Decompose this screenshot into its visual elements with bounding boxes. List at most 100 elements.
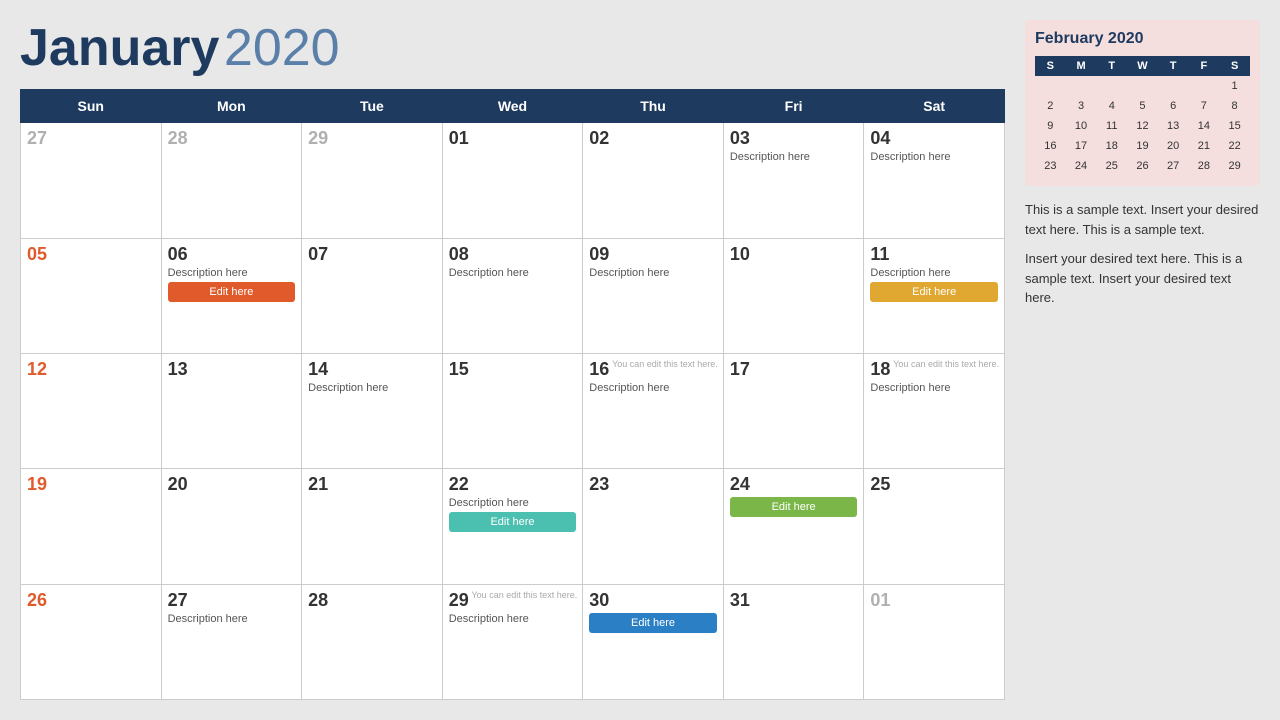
day-number: 02 [589,128,717,149]
edit-button[interactable]: Edit here [730,497,858,517]
year-label: 2020 [224,19,340,77]
mini-day: 26 [1127,156,1158,176]
weekday-sat: Sat [864,90,1005,123]
day-number: 29 [308,128,436,149]
day-description: Description here [589,267,717,279]
mini-day: 3 [1066,96,1097,116]
mini-day: 14 [1189,116,1220,136]
calendar-day-0-2: 29 [302,123,443,238]
sidebar-text-1: This is a sample text. Insert your desir… [1025,200,1260,239]
main-section: January 2020 SunMonTueWedThuFriSat 27 28 2… [20,20,1005,700]
calendar-week-2: 121314Description here15You can edit thi… [21,353,1005,468]
mini-calendar-box: February 2020 SMTWTFS 123456789101112131… [1025,20,1260,186]
mini-week-0: 1 [1035,76,1250,96]
calendar-day-3-6: 25 [864,469,1005,584]
day-number: 27 [168,590,296,611]
day-note: You can edit this text here. [472,590,578,602]
day-number: 19 [27,474,155,495]
edit-button[interactable]: Edit here [168,282,296,302]
calendar-day-0-0: 27 [21,123,162,238]
mini-weekday: W [1127,56,1158,76]
day-number: 01 [449,128,577,149]
mini-weekday: S [1035,56,1066,76]
day-number: 14 [308,359,436,380]
mini-weekday: S [1219,56,1250,76]
calendar-day-1-3: 08Description here [442,238,583,353]
calendar-day-2-6: You can edit this text here.18Descriptio… [864,353,1005,468]
day-number: 12 [27,359,155,380]
calendar-day-4-6: 01 [864,584,1005,699]
day-number: 25 [870,474,998,495]
day-description: Description here [168,267,296,279]
mini-day: 20 [1158,136,1189,156]
mini-day: 2 [1035,96,1066,116]
day-number: 28 [308,590,436,611]
mini-day: 17 [1066,136,1097,156]
calendar-day-2-3: 15 [442,353,583,468]
day-number: 01 [870,590,998,611]
day-number: 30 [589,590,717,611]
day-number: 08 [449,244,577,265]
weekday-sun: Sun [21,90,162,123]
mini-day: 6 [1158,96,1189,116]
edit-button[interactable]: Edit here [870,282,998,302]
calendar-day-1-2: 07 [302,238,443,353]
mini-day: 23 [1035,156,1066,176]
mini-day: 29 [1219,156,1250,176]
day-number: 31 [730,590,858,611]
day-number: 22 [449,474,577,495]
calendar-day-3-3: 22Description hereEdit here [442,469,583,584]
calendar-day-1-0: 05 [21,238,162,353]
day-description: Description here [589,382,717,394]
day-number: 27 [27,128,155,149]
sidebar: February 2020 SMTWTFS 123456789101112131… [1025,20,1260,700]
sidebar-text-2: Insert your desired text here. This is a… [1025,249,1260,308]
calendar-day-4-2: 28 [302,584,443,699]
calendar-day-4-5: 31 [723,584,864,699]
calendar-day-2-5: 17 [723,353,864,468]
calendar-day-0-4: 02 [583,123,724,238]
mini-day: 7 [1189,96,1220,116]
edit-button[interactable]: Edit here [589,613,717,633]
mini-week-3: 16171819202122 [1035,136,1250,156]
calendar-day-4-3: You can edit this text here.29Descriptio… [442,584,583,699]
day-number: 11 [870,244,998,265]
day-description: Description here [308,382,436,394]
mini-day: 28 [1189,156,1220,176]
main-title: January 2020 [20,20,1005,77]
day-number: 20 [168,474,296,495]
mini-day: 4 [1096,96,1127,116]
edit-button[interactable]: Edit here [449,512,577,532]
day-description: Description here [870,151,998,163]
sidebar-text-block: This is a sample text. Insert your desir… [1025,200,1260,318]
calendar-day-0-3: 01 [442,123,583,238]
calendar-day-4-4: 30Edit here [583,584,724,699]
calendar-day-3-5: 24Edit here [723,469,864,584]
calendar-day-4-0: 26 [21,584,162,699]
calendar-day-3-4: 23 [583,469,724,584]
day-number: 24 [730,474,858,495]
mini-day: 24 [1066,156,1097,176]
day-description: Description here [449,613,577,625]
day-number: 21 [308,474,436,495]
weekday-tue: Tue [302,90,443,123]
mini-day: 5 [1127,96,1158,116]
calendar-day-0-1: 28 [161,123,302,238]
calendar-day-4-1: 27 Description here [161,584,302,699]
mini-day: 27 [1158,156,1189,176]
day-number: 03 [730,128,858,149]
calendar-day-1-5: 10 [723,238,864,353]
mini-day: 21 [1189,136,1220,156]
mini-calendar-body: 1234567891011121314151617181920212223242… [1035,76,1250,176]
mini-day [1096,76,1127,96]
mini-calendar-table: SMTWTFS 12345678910111213141516171819202… [1035,56,1250,176]
day-number: 26 [27,590,155,611]
day-description: Description here [168,613,296,625]
day-number: 17 [730,359,858,380]
mini-day: 16 [1035,136,1066,156]
weekday-header-row: SunMonTueWedThuFriSat [21,90,1005,123]
mini-week-2: 9101112131415 [1035,116,1250,136]
mini-weekday: F [1189,56,1220,76]
mini-day: 1 [1219,76,1250,96]
mini-day: 19 [1127,136,1158,156]
